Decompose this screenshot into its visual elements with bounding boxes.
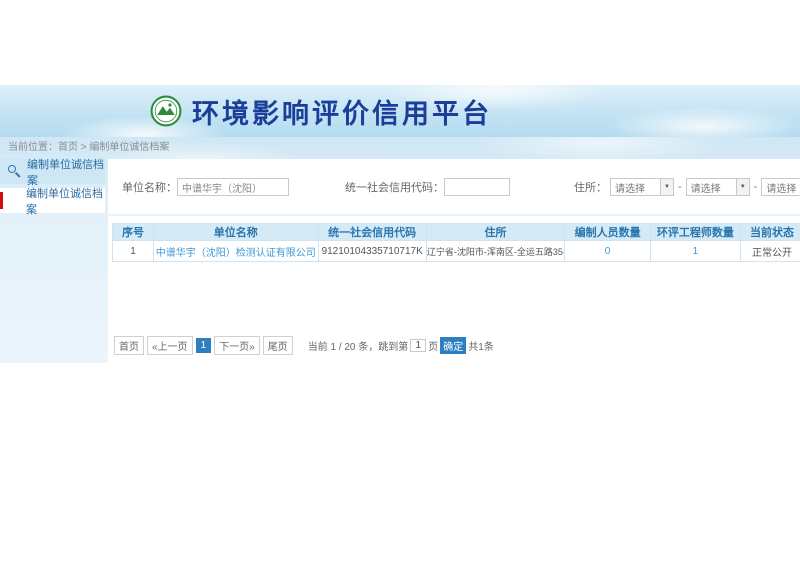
top-whitespace	[0, 0, 800, 85]
breadcrumb: 当前位置：首页 > 编制单位诚信档案	[0, 137, 800, 159]
col-header-address: 住所	[426, 224, 564, 241]
pagination-bar: 首页 «上一页 1 下一页» 尾页 当前 1 / 20 条，跳到第 页 确定 共…	[108, 332, 800, 363]
residence-label: 住所：	[574, 179, 607, 195]
engineer-count-link[interactable]: 1	[693, 246, 699, 257]
unit-name-link[interactable]: 中谱华宇（沈阳）检测认证有限公司	[156, 248, 316, 259]
sidebar: 编制单位诚信档案 编制单位诚信档案	[0, 159, 105, 213]
pagination-info: 当前 1 / 20 条，跳到第	[308, 338, 409, 353]
residence-district-select[interactable]: 请选择 ▼	[761, 178, 800, 196]
col-header-seq: 序号	[113, 224, 154, 241]
residence-province-select[interactable]: 请选择 ▼	[610, 178, 674, 196]
page-number-button[interactable]: 1	[196, 338, 212, 353]
col-header-engineer-count: 环评工程师数量	[651, 224, 741, 241]
chevron-down-icon[interactable]: ▼	[736, 179, 749, 195]
col-header-credit-code: 统一社会信用代码	[318, 224, 426, 241]
cell-status: 正常公开	[740, 241, 800, 262]
col-header-unit-name: 单位名称	[154, 224, 318, 241]
residence-city-select[interactable]: 请选择 ▼	[686, 178, 750, 196]
sidebar-item-label: 编制单位诚信档案	[27, 156, 105, 188]
sidebar-item-label: 编制单位诚信档案	[26, 185, 105, 217]
unit-name-label: 单位名称：	[122, 179, 177, 195]
red-marker	[0, 192, 3, 209]
col-header-staff-count: 编制人员数量	[565, 224, 651, 241]
credit-code-input[interactable]	[444, 178, 510, 196]
staff-count-link[interactable]: 0	[605, 246, 611, 257]
select-separator: -	[754, 181, 758, 193]
total-count-label: 共1条	[468, 338, 494, 353]
cell-credit-code: 91210104335710717K	[318, 241, 426, 262]
chevron-down-icon[interactable]: ▼	[660, 179, 673, 195]
sidebar-item-credit-archive[interactable]: 编制单位诚信档案	[0, 188, 105, 213]
select-separator: -	[678, 181, 682, 193]
last-page-button[interactable]: 尾页	[263, 336, 293, 355]
page-jump-input[interactable]	[410, 339, 426, 352]
search-archive-icon	[8, 165, 21, 178]
main-panel: 单位名称： 统一社会信用代码： 住所： 请选择 ▼ - 请选择 ▼ -	[108, 159, 800, 363]
sidebar-item-credit-archive-active[interactable]: 编制单位诚信档案	[0, 159, 105, 184]
col-header-status: 当前状态	[740, 224, 800, 241]
content-area: 当前位置：首页 > 编制单位诚信档案 编制单位诚信档案 编制单位诚信档案 单位名…	[0, 137, 800, 363]
table-row: 1 中谱华宇（沈阳）检测认证有限公司 91210104335710717K 辽宁…	[113, 241, 800, 262]
credit-code-label: 统一社会信用代码：	[345, 179, 444, 195]
unit-name-input[interactable]	[177, 178, 289, 196]
cell-address: 辽宁省-沈阳市-浑南区-全运五路35-1号楼902	[426, 241, 564, 262]
page-suffix-label: 页	[428, 338, 438, 353]
prev-page-button[interactable]: «上一页	[147, 336, 193, 355]
cell-seq: 1	[113, 241, 154, 262]
results-table: 序号 单位名称 统一社会信用代码 住所 编制人员数量 环评工程师数量 当前状态 …	[112, 223, 800, 262]
first-page-button[interactable]: 首页	[114, 336, 144, 355]
mee-emblem-icon	[150, 95, 182, 127]
jump-confirm-button[interactable]: 确定	[440, 337, 466, 354]
site-banner: 环境影响评价信用平台	[0, 85, 800, 137]
search-form: 单位名称： 统一社会信用代码： 住所： 请选择 ▼ - 请选择 ▼ -	[108, 159, 800, 216]
table-empty-space	[108, 262, 800, 332]
table-header-row: 序号 单位名称 统一社会信用代码 住所 编制人员数量 环评工程师数量 当前状态 …	[113, 224, 800, 241]
page-title: 环境影响评价信用平台	[192, 92, 492, 131]
next-page-button[interactable]: 下一页»	[214, 336, 260, 355]
